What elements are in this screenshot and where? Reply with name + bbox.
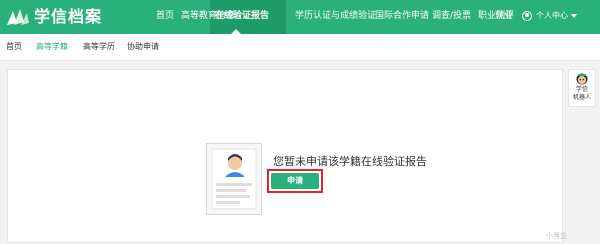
user-menu[interactable]: 个人中心 xyxy=(522,0,577,34)
robot-label-line2: 机器人 xyxy=(572,94,591,101)
book-logo-icon xyxy=(7,9,29,25)
robot-icon xyxy=(576,73,588,85)
assistant-robot-widget[interactable]: 学信 机器人 xyxy=(568,69,596,107)
nav-item-employment[interactable]: 就业 xyxy=(495,0,513,34)
nav-item-survey-vote[interactable]: 调查/投票 xyxy=(432,0,471,34)
subnav-item-higher-degree[interactable]: 高等学历 xyxy=(83,34,115,60)
user-icon xyxy=(522,10,532,21)
nav-item-home[interactable]: 首页 xyxy=(156,0,174,34)
chevron-down-icon xyxy=(571,13,577,18)
brand-name: 学信档案 xyxy=(34,7,103,26)
robot-label-line1: 学信 xyxy=(575,86,588,93)
user-menu-label: 个人中心 xyxy=(536,11,568,20)
subnav-item-higher-enrollment[interactable]: 高等学籍 xyxy=(36,34,68,60)
nav-item-degree-certification[interactable]: 学历认证与成绩验证 xyxy=(295,0,376,34)
robot-label: 学信 机器人 xyxy=(569,86,595,102)
main-panel: 您暂未申请该学籍在线验证报告 申请 xyxy=(7,69,563,243)
sub-nav-bar: 首页 高等学籍 高等学历 协助申请 xyxy=(0,34,600,61)
top-nav-bar: 学信档案 首页 高等教育信息 在线验证报告 学历认证与成绩验证 国际合作申请 调… xyxy=(0,0,600,34)
brand-logo[interactable]: 学信档案 xyxy=(6,6,146,28)
nav-item-online-verification[interactable]: 在线验证报告 xyxy=(215,0,269,34)
nav-item-international-cooperation[interactable]: 国际合作申请 xyxy=(375,0,429,34)
empty-state-message: 您暂未申请该学籍在线验证报告 xyxy=(273,155,427,168)
subnav-item-home[interactable]: 首页 xyxy=(6,34,22,60)
document-avatar-illustration xyxy=(206,143,262,215)
subnav-item-assist-application[interactable]: 协助申请 xyxy=(127,34,159,60)
apply-button[interactable]: 申请 xyxy=(271,173,319,189)
watermark: 小黑盒 xyxy=(546,232,567,240)
